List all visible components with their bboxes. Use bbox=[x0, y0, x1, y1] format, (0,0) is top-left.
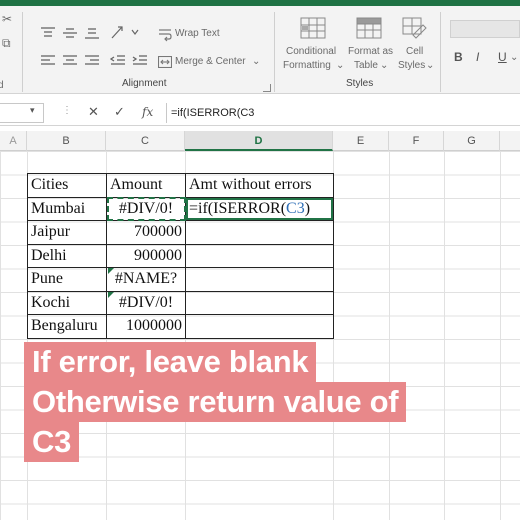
conditional-formatting-icon[interactable] bbox=[300, 16, 326, 40]
merge-center-icon[interactable] bbox=[158, 56, 172, 68]
column-header-b[interactable]: B bbox=[27, 131, 106, 151]
header-cities[interactable]: Cities bbox=[27, 173, 107, 198]
column-header-h[interactable] bbox=[500, 131, 520, 151]
conditional-formatting-label[interactable]: Conditional bbox=[286, 46, 336, 57]
table-row: Pune #NAME? bbox=[27, 267, 334, 292]
city-cell[interactable]: Pune bbox=[27, 267, 107, 292]
data-table: Cities Amount Amt without errors Mumbai … bbox=[27, 173, 334, 339]
header-amt-without-errors[interactable]: Amt without errors bbox=[185, 173, 334, 198]
bold-button[interactable]: B bbox=[454, 50, 463, 64]
wrap-text-icon[interactable] bbox=[158, 28, 172, 42]
conditional-formatting-label-2[interactable]: Formatting bbox=[283, 60, 331, 71]
align-middle-icon[interactable] bbox=[62, 26, 78, 40]
cell-styles-label-2[interactable]: Styles bbox=[398, 60, 425, 71]
result-cell[interactable] bbox=[185, 314, 334, 339]
styles-group-label: Styles bbox=[346, 78, 374, 89]
cancel-icon[interactable]: ✕ bbox=[88, 104, 99, 120]
column-header-g[interactable]: G bbox=[444, 131, 500, 151]
formula-prefix: =if(ISERROR( bbox=[189, 199, 287, 217]
result-cell[interactable] bbox=[185, 267, 334, 292]
column-header-d[interactable]: D bbox=[185, 131, 333, 151]
column-header-f[interactable]: F bbox=[389, 131, 444, 151]
amount-cell[interactable]: 900000 bbox=[106, 243, 186, 268]
conditional-formatting-dropdown-icon[interactable]: ⌄ bbox=[336, 60, 344, 71]
align-bottom-icon[interactable] bbox=[84, 26, 100, 40]
decrease-indent-icon[interactable] bbox=[110, 54, 126, 68]
grid-line bbox=[500, 151, 501, 520]
cut-icon[interactable]: ✂ bbox=[2, 12, 12, 26]
orientation-icon[interactable] bbox=[110, 24, 140, 40]
alignment-dialog-launcher-icon[interactable] bbox=[263, 84, 271, 92]
amount-cell[interactable]: #DIV/0! bbox=[106, 196, 186, 221]
amount-cell[interactable]: 700000 bbox=[106, 220, 186, 245]
name-box[interactable] bbox=[0, 103, 44, 123]
city-cell[interactable]: Bengaluru bbox=[27, 314, 107, 339]
cell-styles-dropdown-icon[interactable]: ⌄ bbox=[426, 60, 434, 71]
city-cell[interactable]: Jaipur bbox=[27, 220, 107, 245]
cell-styles-icon[interactable] bbox=[402, 16, 428, 40]
city-cell[interactable]: Kochi bbox=[27, 290, 107, 315]
wrap-text-label[interactable]: Wrap Text bbox=[175, 28, 220, 39]
merge-center-label[interactable]: Merge & Center bbox=[175, 56, 246, 67]
caption-line-1: If error, leave blank bbox=[24, 342, 317, 382]
amount-cell[interactable]: #DIV/0! bbox=[106, 290, 186, 315]
group-separator bbox=[440, 12, 441, 92]
caption-line-3: C3 bbox=[24, 422, 80, 462]
formula-bar: ▾ ⋮ ✕ ✓ fx =if(ISERROR(C3 bbox=[0, 100, 520, 126]
name-box-dropdown-icon[interactable]: ▾ bbox=[30, 105, 35, 116]
format-as-table-label[interactable]: Format as bbox=[348, 46, 393, 57]
formula-input[interactable]: =if(ISERROR(C3 bbox=[166, 103, 520, 123]
alignment-group-label: Alignment bbox=[122, 78, 167, 89]
format-as-table-icon[interactable] bbox=[356, 16, 382, 40]
header-amount[interactable]: Amount bbox=[106, 173, 186, 198]
table-row: Delhi 900000 bbox=[27, 243, 334, 268]
group-separator bbox=[22, 12, 23, 92]
table-row: Jaipur 700000 bbox=[27, 220, 334, 245]
cell-styles-label[interactable]: Cell bbox=[406, 46, 423, 57]
clipboard-group-label-cut: d bbox=[0, 80, 4, 91]
table-row: Mumbai #DIV/0! =if(ISERROR(C3) bbox=[27, 196, 334, 221]
enter-icon[interactable]: ✓ bbox=[114, 104, 125, 120]
city-cell[interactable]: Delhi bbox=[27, 243, 107, 268]
format-as-table-dropdown-icon[interactable]: ⌄ bbox=[380, 60, 388, 71]
error-indicator-icon[interactable] bbox=[108, 268, 114, 274]
font-name-box[interactable] bbox=[450, 20, 520, 38]
error-indicator-icon[interactable] bbox=[108, 292, 114, 298]
group-separator bbox=[274, 12, 275, 92]
table-header-row: Cities Amount Amt without errors bbox=[27, 173, 334, 198]
result-cell[interactable] bbox=[185, 290, 334, 315]
align-top-icon[interactable] bbox=[40, 26, 56, 40]
formula-suffix: ) bbox=[304, 199, 311, 217]
formula-cell-reference: C3 bbox=[286, 199, 305, 217]
amount-cell[interactable]: 1000000 bbox=[106, 314, 186, 339]
formula-cell-editing[interactable]: =if(ISERROR(C3) bbox=[185, 196, 334, 221]
format-as-table-label-2[interactable]: Table bbox=[354, 60, 378, 71]
table-row: Bengaluru 1000000 bbox=[27, 314, 334, 339]
city-cell[interactable]: Mumbai bbox=[27, 196, 107, 221]
increase-indent-icon[interactable] bbox=[132, 54, 148, 68]
result-cell[interactable] bbox=[185, 220, 334, 245]
underline-dropdown-icon[interactable]: ⌄ bbox=[510, 52, 518, 63]
italic-button[interactable]: I bbox=[476, 50, 479, 64]
align-center-icon[interactable] bbox=[62, 54, 78, 68]
insert-function-icon[interactable]: fx bbox=[142, 105, 153, 119]
column-header-c[interactable]: C bbox=[106, 131, 185, 151]
column-headers: A B C D E F G bbox=[0, 131, 520, 151]
result-cell[interactable] bbox=[185, 243, 334, 268]
copy-icon[interactable]: ⧉ bbox=[2, 36, 11, 51]
underline-button[interactable]: U bbox=[498, 50, 507, 64]
merge-center-dropdown-icon[interactable]: ⌄ bbox=[252, 56, 260, 67]
amount-cell[interactable]: #NAME? bbox=[106, 267, 186, 292]
grid-line bbox=[444, 151, 445, 520]
grid-line bbox=[389, 151, 390, 520]
column-header-e[interactable]: E bbox=[333, 131, 389, 151]
ribbon: ✂ ⧉ d Wrap Text Merge & Center ⌄ Alignme… bbox=[0, 6, 520, 94]
align-right-icon[interactable] bbox=[84, 54, 100, 68]
caption-overlay: If error, leave blank Otherwise return v… bbox=[24, 342, 407, 462]
formula-bar-handle-icon[interactable]: ⋮ bbox=[62, 105, 72, 116]
align-left-icon[interactable] bbox=[40, 54, 56, 68]
table-row: Kochi #DIV/0! bbox=[27, 290, 334, 315]
column-header-a[interactable]: A bbox=[0, 131, 27, 151]
caption-line-2: Otherwise return value of bbox=[24, 382, 407, 422]
